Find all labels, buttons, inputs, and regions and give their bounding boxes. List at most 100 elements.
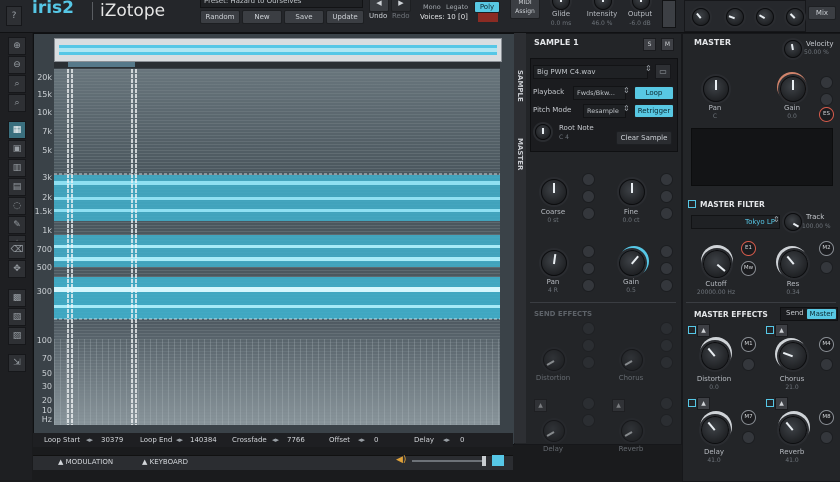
loop-button[interactable]: Loop xyxy=(634,86,674,100)
zoom-reset-icon[interactable]: ⌕ xyxy=(8,94,26,112)
delay-menu-icon[interactable]: ▲ xyxy=(697,397,710,410)
mono-toggle[interactable]: Mono xyxy=(423,3,441,11)
track-knob[interactable] xyxy=(784,213,802,231)
send-mod-slot-2[interactable] xyxy=(582,339,595,352)
zoom-fit-icon[interactable]: ⌕ xyxy=(8,75,26,93)
preview-volume-handle[interactable] xyxy=(482,456,486,466)
chorus-m4-badge[interactable]: M4 xyxy=(819,337,834,352)
tab-modulation[interactable]: ▲ MODULATION xyxy=(58,458,113,466)
reverb-enable[interactable] xyxy=(766,399,774,407)
side-tab-sample[interactable]: SAMPLE xyxy=(516,70,524,102)
preview-volume-slider[interactable] xyxy=(412,460,484,462)
send-reverb-enable[interactable]: ▲ xyxy=(612,399,625,412)
send-chorus-knob[interactable] xyxy=(621,349,643,371)
master-gain-mod-slot-2[interactable] xyxy=(820,93,833,106)
new-button[interactable]: New xyxy=(242,10,282,24)
update-button[interactable]: Update xyxy=(326,10,364,24)
master-gain-knob[interactable] xyxy=(780,76,806,102)
sample-pan-knob[interactable] xyxy=(541,250,567,276)
brush-icon[interactable]: ✎ xyxy=(8,216,26,234)
macro-knob-3[interactable] xyxy=(756,8,774,26)
send-mod-slot-5[interactable] xyxy=(660,339,673,352)
sample-file-dropdown[interactable]: Big PWM C4.wav xyxy=(533,65,648,79)
midi-assign-button[interactable]: MIDI Assign xyxy=(510,0,540,19)
send-mod-slot-9[interactable] xyxy=(660,397,673,410)
help-icon[interactable]: ? xyxy=(6,6,22,26)
send-tab[interactable]: Send xyxy=(786,309,804,317)
macro-knob-1[interactable] xyxy=(692,8,710,26)
chorus-menu-icon[interactable]: ▲ xyxy=(775,324,788,337)
rect-select-icon[interactable]: ▣ xyxy=(8,140,26,158)
pan-mod-slot-1[interactable] xyxy=(582,245,595,258)
res-mod-slot-1[interactable] xyxy=(820,261,833,274)
send-mod-slot-6[interactable] xyxy=(660,356,673,369)
master-gain-mod-slot-1[interactable] xyxy=(820,76,833,89)
reverb-menu-icon[interactable]: ▲ xyxy=(775,397,788,410)
retrigger-button[interactable]: Retrigger xyxy=(634,104,674,118)
delay-arrows-icon[interactable]: ◂▸ xyxy=(443,436,450,444)
spectrogram-view[interactable] xyxy=(54,69,500,425)
panic-indicator[interactable] xyxy=(478,13,498,22)
velocity-knob[interactable] xyxy=(784,40,802,58)
pan-mod-slot-2[interactable] xyxy=(582,262,595,275)
waveform-overview[interactable] xyxy=(54,38,502,62)
clear-sample-button[interactable]: Clear Sample xyxy=(616,131,672,145)
export-icon[interactable]: ⇲ xyxy=(8,354,26,372)
loop-end-value[interactable]: 140384 xyxy=(190,436,217,444)
send-delay-enable[interactable]: ▲ xyxy=(534,399,547,412)
crossfade-arrows-icon[interactable]: ◂▸ xyxy=(272,436,279,444)
master-delay-knob[interactable] xyxy=(701,416,729,444)
cutoff-knob[interactable] xyxy=(703,250,731,278)
es-badge[interactable]: ES xyxy=(819,107,834,122)
pattern-icon[interactable]: ▨ xyxy=(8,327,26,345)
distortion-m1-badge[interactable]: M1 xyxy=(741,337,756,352)
poly-toggle[interactable]: Poly xyxy=(474,1,500,13)
master-chorus-knob[interactable] xyxy=(779,342,807,370)
send-mod-slot-8[interactable] xyxy=(582,414,595,427)
loop-start-arrows-icon[interactable]: ◂▸ xyxy=(86,436,93,444)
tab-keyboard[interactable]: ▲ KEYBOARD xyxy=(142,458,188,466)
delay-m7-badge[interactable]: M7 xyxy=(741,410,756,425)
time-select-icon[interactable]: ▥ xyxy=(8,159,26,177)
offset-arrows-icon[interactable]: ◂▸ xyxy=(358,436,365,444)
distortion-enable[interactable] xyxy=(688,326,696,334)
gain-mod-slot-1[interactable] xyxy=(660,245,673,258)
send-mod-slot-7[interactable] xyxy=(582,397,595,410)
mix-button[interactable]: Mix xyxy=(808,6,836,20)
coarse-mod-slot-1[interactable] xyxy=(582,173,595,186)
mute-button[interactable]: M xyxy=(661,38,674,51)
cutoff-e1-badge[interactable]: E1 xyxy=(741,241,756,256)
playback-dropdown[interactable]: Fwds/Bkw... xyxy=(573,86,626,100)
delay-mod-slot[interactable] xyxy=(742,431,755,444)
res-knob[interactable] xyxy=(780,250,808,278)
filter-type-stepper-icon[interactable]: ⇕ xyxy=(773,215,780,224)
send-distortion-knob[interactable] xyxy=(543,349,565,371)
preset-dropdown[interactable]: Preset: Hazard to Ourselves xyxy=(200,0,363,8)
pitch-mode-stepper-icon[interactable]: ⇕ xyxy=(623,104,630,113)
macro-knob-2[interactable] xyxy=(726,8,744,26)
filter-type-dropdown[interactable]: Tokyo LP xyxy=(691,215,780,229)
zoom-in-icon[interactable]: ⊕ xyxy=(8,37,26,55)
coarse-mod-slot-2[interactable] xyxy=(582,190,595,203)
send-mod-slot-1[interactable] xyxy=(582,322,595,335)
cutoff-mw-badge[interactable]: Mw xyxy=(741,261,756,276)
sample-folder-icon[interactable]: ▭ xyxy=(655,64,671,79)
macro-knob-4[interactable] xyxy=(786,8,804,26)
speaker-icon[interactable]: ◀) xyxy=(396,455,406,465)
send-mod-slot-10[interactable] xyxy=(660,414,673,427)
crossfade-value[interactable]: 7766 xyxy=(287,436,305,444)
freq-select-icon[interactable]: ▤ xyxy=(8,178,26,196)
loop-end-arrows-icon[interactable]: ◂▸ xyxy=(176,436,183,444)
grid-icon[interactable]: ▩ xyxy=(8,289,26,307)
distortion-mod-slot[interactable] xyxy=(742,358,755,371)
chorus-mod-slot[interactable] xyxy=(820,358,833,371)
send-mod-slot-4[interactable] xyxy=(660,322,673,335)
reverb-mod-slot[interactable] xyxy=(820,431,833,444)
send-delay-knob[interactable] xyxy=(543,420,565,442)
lasso-icon[interactable]: ◌ xyxy=(8,197,26,215)
chorus-enable[interactable] xyxy=(766,326,774,334)
random-button[interactable]: Random xyxy=(200,10,240,24)
sample-file-stepper-icon[interactable]: ⇕ xyxy=(645,64,652,73)
pitch-mode-dropdown[interactable]: Resample xyxy=(583,104,626,118)
delay-enable[interactable] xyxy=(688,399,696,407)
